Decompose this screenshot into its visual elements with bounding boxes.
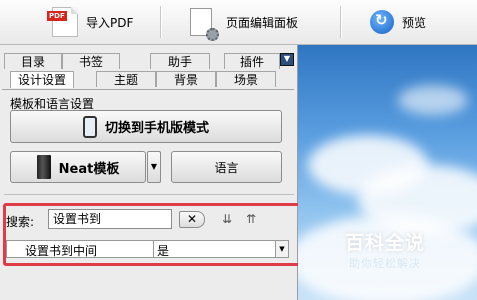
page-edit-panel-button[interactable]: 页面编辑面板 <box>190 5 299 41</box>
tab-background[interactable]: 背景 <box>156 71 216 87</box>
import-pdf-label: 导入PDF <box>86 15 134 30</box>
preview-label: 预览 <box>402 15 427 30</box>
tab-assistant[interactable]: 助手 <box>150 53 210 69</box>
highlight-box <box>3 203 301 266</box>
page-edit-panel-label: 页面编辑面板 <box>226 15 299 30</box>
phone-icon <box>82 115 97 138</box>
template-select-button[interactable]: Neat模板 <box>10 151 146 183</box>
watermark: 百科全说 助你轻松解决 <box>320 228 450 274</box>
tab-design-settings[interactable]: 设计设置 <box>10 71 74 88</box>
book-icon <box>36 155 51 179</box>
tab-contents[interactable]: 目录 <box>4 53 62 69</box>
toolbar-separator <box>340 6 342 38</box>
toolbar: PDF 导入PDF 页面编辑面板 预览 <box>0 0 477 45</box>
preview-button[interactable]: 预览 <box>370 5 426 39</box>
section-divider <box>4 194 294 195</box>
toolbar-separator <box>160 6 162 38</box>
language-label: 语言 <box>214 160 239 175</box>
switch-mobile-label: 切换到手机版模式 <box>104 121 209 136</box>
tab-scroll-down-icon[interactable]: ▼ <box>280 53 294 66</box>
watermark-subtitle: 助你轻松解决 <box>349 257 421 270</box>
page-settings-icon <box>190 8 219 41</box>
switch-mobile-button[interactable]: 切换到手机版模式 <box>10 110 282 143</box>
language-button[interactable]: 语言 <box>171 151 282 183</box>
pdf-file-icon: PDF <box>47 7 78 37</box>
preview-refresh-icon <box>370 10 394 34</box>
import-pdf-button[interactable]: PDF 导入PDF <box>47 5 134 39</box>
watermark-title: 百科全说 <box>344 232 425 254</box>
tab-bookmarks[interactable]: 书签 <box>62 53 120 69</box>
tab-plugins[interactable]: 插件 <box>224 53 280 69</box>
tab-scene[interactable]: 场景 <box>216 71 276 87</box>
cloud <box>398 85 468 115</box>
template-dropdown-arrow-icon[interactable]: ▼ <box>147 151 161 183</box>
tab-theme[interactable]: 主题 <box>96 71 156 87</box>
template-label: Neat模板 <box>58 161 120 177</box>
